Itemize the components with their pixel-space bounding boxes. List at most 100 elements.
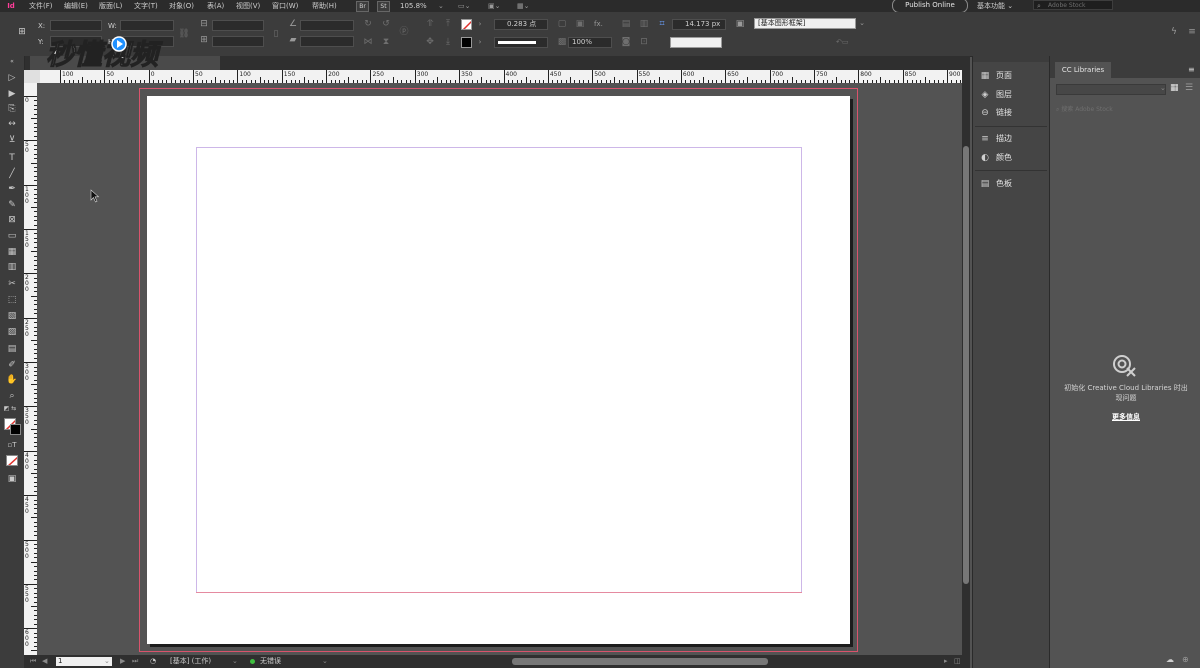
auto-fit-icon[interactable]: ◙ — [620, 36, 632, 48]
open-page-icon[interactable]: ◔ — [150, 655, 156, 668]
cc-sync-icon[interactable]: ☁ — [1166, 655, 1174, 664]
menu-edit[interactable]: 编辑(E) — [64, 0, 88, 12]
type-tool-icon[interactable]: T — [5, 152, 19, 164]
quick-apply-icon[interactable]: ϟ — [1168, 26, 1180, 38]
workspace-switcher[interactable]: 基本功能 ⌄ — [977, 0, 1013, 12]
content-collector-icon[interactable]: ⊻ — [5, 134, 19, 146]
selection-tool-icon[interactable]: ▷ — [5, 72, 19, 84]
formatting-affects-icon[interactable]: ▫T — [5, 439, 19, 451]
zoom-dropdown-icon[interactable]: ⌄ — [438, 0, 444, 12]
control-panel-menu-icon[interactable]: ≡ — [1186, 26, 1198, 38]
panel-pages[interactable]: ▦ 页面 — [979, 69, 1047, 83]
eyedropper-tool-icon[interactable]: ✐ — [5, 359, 19, 371]
opacity-field[interactable]: 100% — [568, 37, 612, 48]
panel-layers[interactable]: ◈ 图层 — [979, 88, 1047, 102]
text-wrap-icon[interactable]: ▤ — [620, 18, 632, 30]
screen-mode-icon[interactable]: ▭⌄ — [458, 0, 470, 12]
page-dropdown-icon[interactable]: ⌄ — [104, 655, 110, 668]
clear-overrides-icon[interactable]: ↶▭ — [836, 36, 848, 48]
shear-field[interactable] — [300, 36, 354, 47]
corner-shape-dropdown[interactable] — [670, 37, 722, 48]
rotate-cw-icon[interactable]: ↻ — [362, 18, 374, 30]
rectangle-frame-tool-icon[interactable]: ⊠ — [5, 214, 19, 226]
cc-panel-menu-icon[interactable]: ≡ — [1188, 65, 1195, 74]
horizontal-scroll-thumb[interactable] — [512, 658, 768, 665]
cc-search-input[interactable]: ⌕ 搜索 Adobe Stock — [1056, 104, 1194, 115]
vertical-ruler[interactable]: 0 50 100 150 200 250 300 350 400 450 500 550 600 — [24, 83, 37, 655]
frame-fit-icon[interactable]: ⊡ — [638, 36, 650, 48]
grid-view-icon[interactable]: ▦ — [1170, 83, 1179, 93]
select-container-icon[interactable]: ⥣ — [424, 18, 436, 30]
stroke-color-icon[interactable] — [10, 424, 21, 435]
drop-shadow-icon[interactable]: ▢ — [556, 18, 568, 30]
gap-tool-icon[interactable]: ↔ — [5, 118, 19, 130]
preflight-dropdown-icon[interactable]: ⌄ — [322, 655, 328, 668]
ruler-origin[interactable] — [24, 70, 40, 83]
tools-collapse-icon[interactable]: « — [5, 56, 19, 68]
preflight-status-label[interactable]: 无错误 — [260, 655, 281, 668]
text-wrap-bbox-icon[interactable]: ▥ — [638, 18, 650, 30]
more-info-link[interactable]: 更多信息 — [1062, 412, 1190, 422]
last-page-icon[interactable]: ⏭ — [132, 655, 138, 668]
gradient-swatch-tool-icon[interactable]: ▧ — [5, 310, 19, 322]
select-next-icon[interactable]: ⤓ — [442, 36, 454, 48]
panel-swatches[interactable]: ▤ 色板 — [979, 177, 1047, 191]
vertical-scroll-thumb[interactable] — [963, 146, 969, 584]
fill-dropdown-icon[interactable]: › — [474, 18, 486, 30]
bridge-button[interactable]: Br — [356, 1, 369, 12]
stock-search-input[interactable]: ⌕ Adobe Stock — [1033, 0, 1113, 10]
direct-selection-tool-icon[interactable]: ▶ — [5, 88, 19, 100]
free-transform-tool-icon[interactable]: ⬚ — [5, 294, 19, 306]
x-field[interactable] — [50, 20, 102, 31]
apply-none-icon[interactable] — [6, 455, 18, 466]
menu-type[interactable]: 文字(T) — [134, 0, 158, 12]
master-style-label[interactable]: [基本] (工作) — [170, 655, 211, 668]
stock-button[interactable]: St — [377, 1, 390, 12]
library-select-dropdown[interactable] — [1056, 84, 1166, 95]
split-window-icon[interactable]: ◫ — [954, 655, 961, 668]
list-view-icon[interactable]: ☰ — [1185, 83, 1193, 93]
arrange-documents-icon[interactable]: ▦⌄ — [517, 0, 529, 12]
vertical-scrollbar[interactable] — [962, 70, 970, 655]
select-previous-icon[interactable]: ⤒ — [442, 18, 454, 30]
cc-libraries-tab[interactable]: CC Libraries — [1055, 62, 1111, 78]
library-dropdown-chevron-icon[interactable]: ⌄ — [1160, 84, 1166, 92]
rectangle-tool-icon[interactable]: ▭ — [5, 230, 19, 242]
rotate-ccw-icon[interactable]: ↺ — [380, 18, 392, 30]
menu-view[interactable]: 视图(V) — [236, 0, 260, 12]
fill-none-swatch[interactable] — [461, 19, 472, 30]
table-tool-icon[interactable]: ▦ — [5, 246, 19, 258]
select-content-icon[interactable]: ✥ — [424, 36, 436, 48]
gradient-feather-tool-icon[interactable]: ▨ — [5, 326, 19, 338]
menu-table[interactable]: 表(A) — [207, 0, 224, 12]
corner-options-icon[interactable]: ⌗ — [656, 18, 668, 30]
object-style-dropdown[interactable]: [基本图形框架] — [754, 18, 856, 29]
view-options-icon[interactable]: ▣⌄ — [488, 0, 500, 12]
scissors-tool-icon[interactable]: ✂ — [5, 278, 19, 290]
path-icon[interactable]: ⓟ — [398, 26, 410, 38]
scale-x-field[interactable] — [212, 20, 264, 31]
stroke-dropdown-icon[interactable]: › — [474, 36, 486, 48]
effects-square-icon[interactable]: ▣ — [574, 18, 586, 30]
fx-label[interactable]: fx. — [594, 19, 603, 29]
grid-tool-icon[interactable]: ▥ — [5, 261, 19, 273]
reference-point-icon[interactable]: ⊞ — [16, 26, 28, 38]
stroke-type-dropdown[interactable] — [494, 37, 548, 48]
swap-colors-icon[interactable]: ◩ ⇆ — [3, 403, 17, 415]
page-tool-icon[interactable]: ⎘ — [5, 103, 19, 115]
stroke-weight-field[interactable]: 0.283 点 — [494, 19, 548, 30]
menu-window[interactable]: 窗口(W) — [272, 0, 298, 12]
flip-horizontal-icon[interactable]: ⋈ — [362, 36, 374, 48]
constrain-scale-icon[interactable]: ▯ — [270, 28, 282, 40]
flip-vertical-icon[interactable]: ⧗ — [380, 36, 392, 48]
menu-object[interactable]: 对象(O) — [169, 0, 194, 12]
zoom-tool-icon[interactable]: ⌕ — [5, 390, 19, 402]
style-dropdown-icon[interactable]: ⌄ — [232, 655, 238, 668]
hand-tool-icon[interactable]: ✋ — [5, 374, 19, 386]
panel-links[interactable]: ⊖ 链接 — [979, 106, 1047, 120]
menu-file[interactable]: 文件(F) — [29, 0, 53, 12]
pen-tool-icon[interactable]: ✒ — [5, 183, 19, 195]
menu-help[interactable]: 帮助(H) — [312, 0, 337, 12]
screen-mode-tool-icon[interactable]: ▣ — [5, 473, 19, 485]
corner-size-field[interactable]: 14.173 px — [672, 19, 726, 30]
